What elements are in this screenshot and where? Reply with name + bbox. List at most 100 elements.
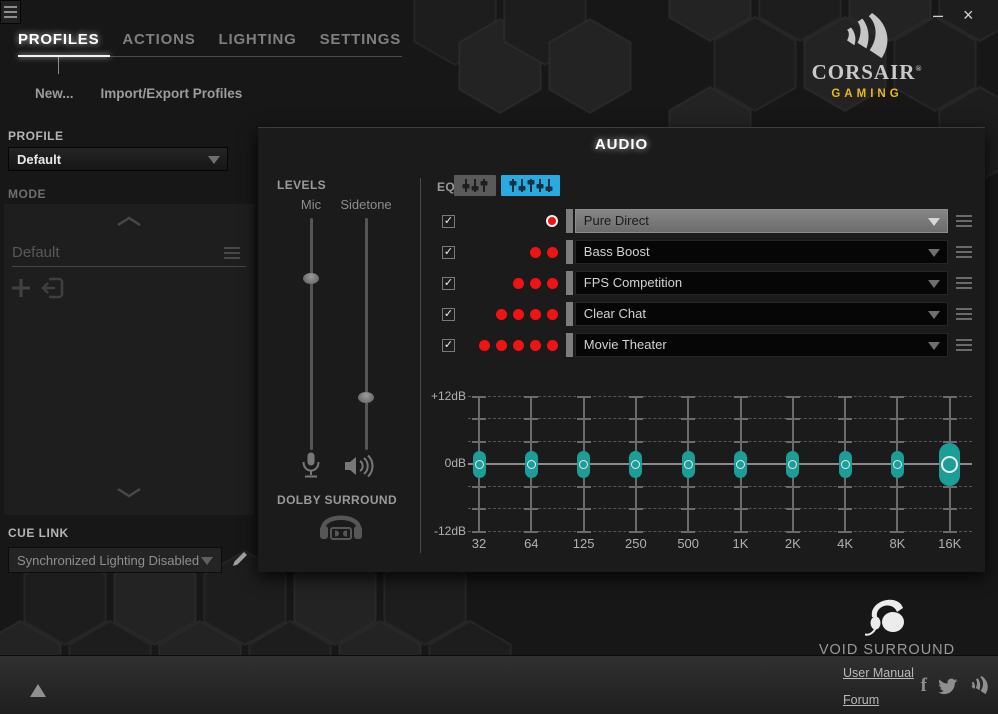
band-tick — [734, 486, 748, 488]
eq-band-knob[interactable] — [786, 451, 799, 478]
eq-band-knob[interactable] — [891, 451, 904, 478]
profiles-submenu: New... Import/Export Profiles — [35, 86, 242, 101]
eq-band-knob[interactable] — [839, 451, 852, 478]
band-tick — [681, 396, 695, 398]
facebook-f-glyph: f — [921, 675, 927, 697]
tab-lighting[interactable]: LIGHTING — [219, 31, 297, 48]
freq-axis-label: 1K — [715, 536, 767, 551]
chevron-down-icon — [208, 156, 220, 164]
expand-up-icon[interactable] — [30, 684, 46, 697]
y-axis-label: 0dB — [400, 456, 466, 470]
band-tick — [786, 418, 800, 420]
band-tick — [786, 396, 800, 398]
band-tick — [890, 508, 904, 510]
band-tick — [524, 531, 538, 533]
band-tick — [943, 418, 957, 420]
nav-connector-line — [58, 57, 59, 74]
band-tick — [838, 441, 852, 443]
band-tick — [734, 396, 748, 398]
freq-axis-label: 500 — [662, 536, 714, 551]
eq-band-knob[interactable] — [682, 451, 695, 478]
band-tick — [472, 486, 486, 488]
profile-section-label: PROFILE — [8, 129, 64, 143]
knob-ring-icon — [527, 460, 536, 469]
add-mode-icon[interactable] — [10, 277, 32, 299]
freq-axis-label: 125 — [558, 536, 610, 551]
knob-ring-icon — [788, 460, 797, 469]
scroll-up-icon[interactable] — [116, 216, 142, 227]
band-tick — [577, 508, 591, 510]
band-tick — [838, 508, 852, 510]
band-tick — [629, 486, 643, 488]
freq-axis-label: 64 — [505, 536, 557, 551]
band-tick — [890, 396, 904, 398]
eq-band-knob[interactable] — [525, 451, 538, 478]
brand-name: CORSAIR — [812, 60, 916, 84]
band-tick — [838, 531, 852, 533]
footer-link-forum[interactable]: Forum — [843, 693, 879, 707]
band-tick — [681, 531, 695, 533]
cue-link-select[interactable]: Synchronized Lighting Disabled — [8, 547, 222, 573]
band-tick — [472, 531, 486, 533]
band-tick — [734, 441, 748, 443]
band-tick — [681, 508, 695, 510]
knob-ring-icon — [631, 460, 640, 469]
tab-profiles[interactable]: PROFILES — [18, 31, 99, 48]
band-tick — [472, 396, 486, 398]
corsair-sails-logo-icon — [838, 13, 898, 63]
band-tick — [577, 396, 591, 398]
band-tick — [786, 486, 800, 488]
band-tick — [681, 486, 695, 488]
corsair-wordmark: CORSAIR® — [803, 60, 931, 85]
eq-band-knob[interactable] — [473, 451, 486, 478]
band-tick — [629, 531, 643, 533]
profile-select-value: Default — [17, 148, 61, 171]
band-tick — [943, 486, 957, 488]
eq-band-knob-selected[interactable] — [939, 443, 960, 486]
band-tick — [577, 531, 591, 533]
eq-band-knob[interactable] — [734, 451, 747, 478]
minimize-button[interactable]: – — [933, 6, 943, 24]
social-twitter-icon[interactable] — [937, 678, 958, 695]
corsair-sails-icon — [968, 676, 992, 696]
freq-axis-label: 250 — [610, 536, 662, 551]
tab-actions[interactable]: ACTIONS — [122, 31, 195, 48]
social-facebook-icon[interactable]: f — [921, 675, 927, 697]
band-tick — [472, 441, 486, 443]
close-button[interactable]: × — [963, 6, 974, 24]
mode-list-panel: Default — [4, 204, 254, 515]
active-tab-underline — [18, 55, 110, 57]
band-tick — [943, 396, 957, 398]
freq-axis-label: 16K — [924, 536, 976, 551]
knob-ring-icon — [841, 460, 850, 469]
band-tick — [890, 441, 904, 443]
twitter-bird-icon — [937, 678, 958, 695]
edit-pencil-icon[interactable] — [230, 549, 250, 569]
footer-link-user-manual[interactable]: User Manual — [843, 666, 914, 680]
tab-settings[interactable]: SETTINGS — [320, 31, 401, 48]
band-tick — [629, 508, 643, 510]
cue-window: PROFILES ACTIONS LIGHTING SETTINGS New... Im… — [0, 0, 998, 714]
band-tick — [524, 396, 538, 398]
band-tick — [472, 418, 486, 420]
eq-band-knob[interactable] — [629, 451, 642, 478]
profile-select[interactable]: Default — [8, 147, 228, 171]
submenu-import-export-profiles[interactable]: Import/Export Profiles — [101, 86, 243, 101]
mode-menu-icon[interactable] — [224, 247, 240, 260]
band-tick — [890, 486, 904, 488]
freq-axis-label: 8K — [871, 536, 923, 551]
band-tick — [524, 508, 538, 510]
eq-band-knob[interactable] — [577, 451, 590, 478]
import-mode-icon[interactable] — [38, 276, 64, 300]
mode-item-label[interactable]: Default — [12, 244, 60, 261]
scroll-down-icon[interactable] — [116, 487, 142, 498]
submenu-new[interactable]: New... — [35, 86, 74, 101]
social-corsair-icon[interactable] — [968, 676, 992, 696]
band-tick — [943, 531, 957, 533]
band-tick — [838, 486, 852, 488]
band-tick — [786, 531, 800, 533]
eq-graph: +12dB0dB-12dB32641252505001K2K4K8K16K — [258, 128, 985, 572]
freq-axis-label: 2K — [767, 536, 819, 551]
band-tick — [472, 508, 486, 510]
freq-axis-label: 4K — [819, 536, 871, 551]
